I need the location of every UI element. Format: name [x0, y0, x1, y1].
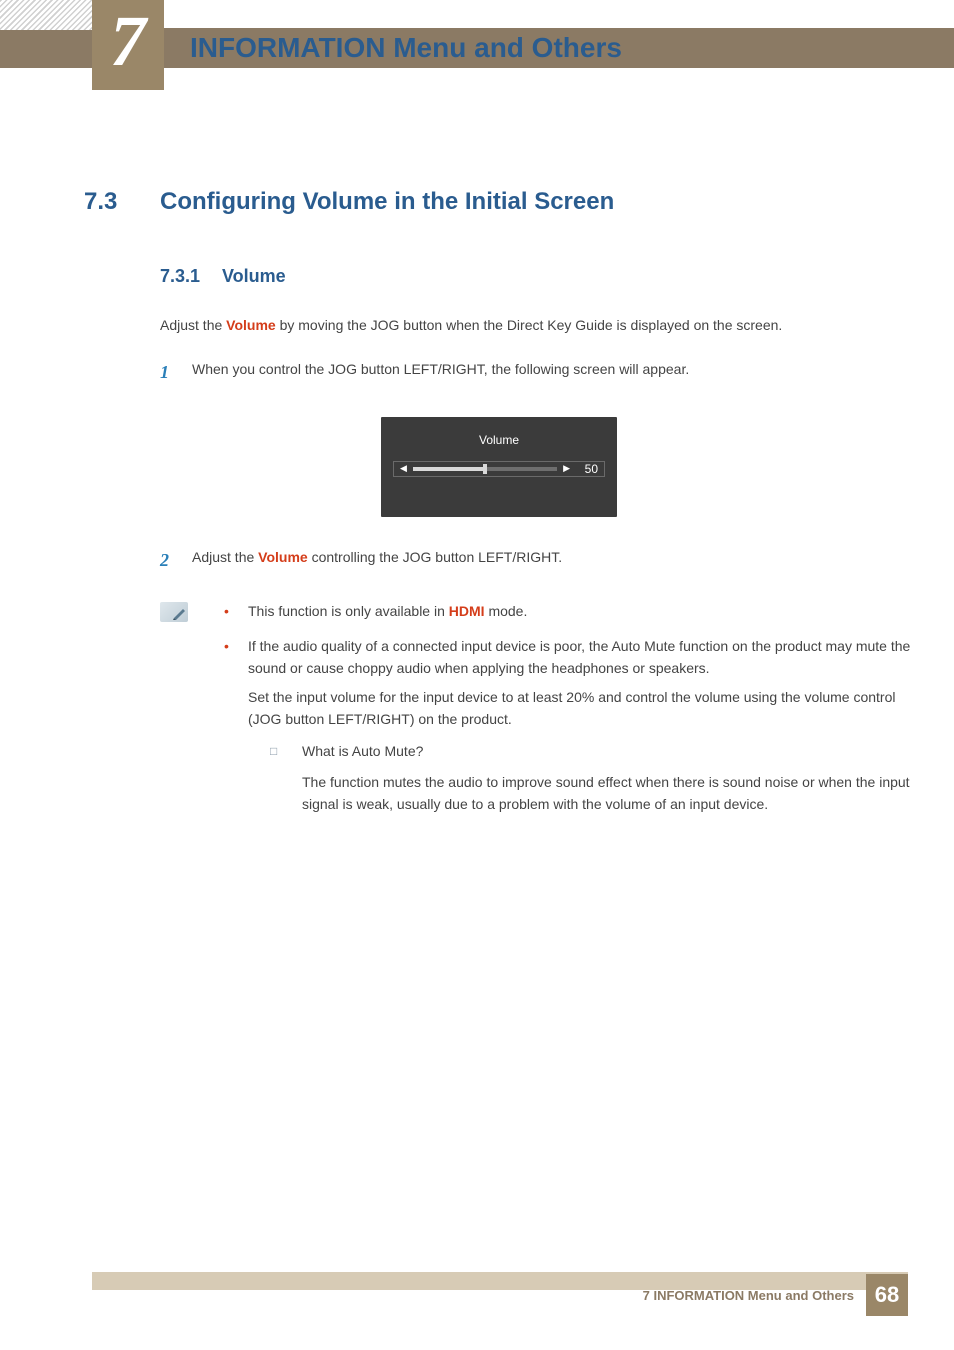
chapter-title: INFORMATION Menu and Others [190, 32, 622, 64]
intro-suffix: by moving the JOG button when the Direct… [276, 317, 783, 333]
subsection-heading: 7.3.1 Volume [160, 266, 914, 287]
subsection-title: Volume [222, 266, 286, 287]
osd-track-fill [413, 467, 485, 471]
section-heading: 7.3 Configuring Volume in the Initial Sc… [84, 188, 914, 216]
osd-slider-thumb [483, 464, 487, 474]
intro-prefix: Adjust the [160, 317, 226, 333]
note1-suffix: mode. [485, 603, 528, 619]
step-number: 2 [160, 547, 192, 575]
left-arrow-icon: ◀ [400, 463, 407, 474]
osd-volume-panel: Volume ◀ ▶ 50 [381, 417, 617, 517]
step-2: 2 Adjust the Volume controlling the JOG … [160, 547, 914, 575]
sub-note: □ What is Auto Mute? The function mutes … [270, 740, 914, 815]
page-number: 68 [875, 1282, 899, 1308]
bullet-icon: • [224, 635, 248, 816]
step2-suffix: controlling the JOG button LEFT/RIGHT. [308, 549, 562, 565]
note2-line2: Set the input volume for the input devic… [248, 686, 914, 731]
note-item-2: • If the audio quality of a connected in… [224, 635, 914, 816]
note-text: This function is only available in HDMI … [248, 600, 914, 622]
sub-answer: The function mutes the audio to improve … [302, 771, 914, 816]
sub-question: What is Auto Mute? [302, 740, 914, 762]
right-arrow-icon: ▶ [563, 463, 570, 474]
note-text: If the audio quality of a connected inpu… [248, 635, 914, 816]
step-number: 1 [160, 359, 192, 387]
page-number-box: 68 [866, 1274, 908, 1316]
note-list: • This function is only available in HDM… [224, 600, 914, 827]
step2-keyword: Volume [258, 549, 308, 565]
osd-slider-track [413, 467, 557, 471]
section-number: 7.3 [84, 188, 160, 216]
chapter-number-box: 7 [92, 0, 164, 90]
note1-keyword: HDMI [449, 603, 485, 619]
note-icon [160, 602, 188, 622]
osd-title: Volume [381, 433, 617, 447]
footer: 7 INFORMATION Menu and Others 68 [643, 1274, 908, 1316]
sub-bullet-icon: □ [270, 740, 302, 815]
bullet-icon: • [224, 600, 248, 622]
note1-prefix: This function is only available in [248, 603, 449, 619]
osd-slider-row: ◀ ▶ 50 [393, 461, 605, 477]
note-block: • This function is only available in HDM… [160, 600, 914, 827]
step2-prefix: Adjust the [192, 549, 258, 565]
intro-text: Adjust the Volume by moving the JOG butt… [160, 315, 914, 337]
header-hatch-decoration [0, 0, 100, 30]
footer-text: 7 INFORMATION Menu and Others [643, 1288, 854, 1303]
page-content: 7.3 Configuring Volume in the Initial Sc… [84, 188, 914, 828]
osd-value: 50 [578, 462, 598, 476]
note2-line1: If the audio quality of a connected inpu… [248, 635, 914, 680]
chapter-title-wrap: INFORMATION Menu and Others [190, 28, 622, 68]
section-title: Configuring Volume in the Initial Screen [160, 188, 614, 216]
step-text: When you control the JOG button LEFT/RIG… [192, 359, 689, 387]
note-item-1: • This function is only available in HDM… [224, 600, 914, 622]
step-text: Adjust the Volume controlling the JOG bu… [192, 547, 562, 575]
osd-track-empty [485, 467, 557, 471]
intro-keyword: Volume [226, 317, 276, 333]
step-1: 1 When you control the JOG button LEFT/R… [160, 359, 914, 387]
subsection-number: 7.3.1 [160, 266, 222, 287]
chapter-number: 7 [110, 5, 146, 77]
sub-note-text: What is Auto Mute? The function mutes th… [302, 740, 914, 815]
